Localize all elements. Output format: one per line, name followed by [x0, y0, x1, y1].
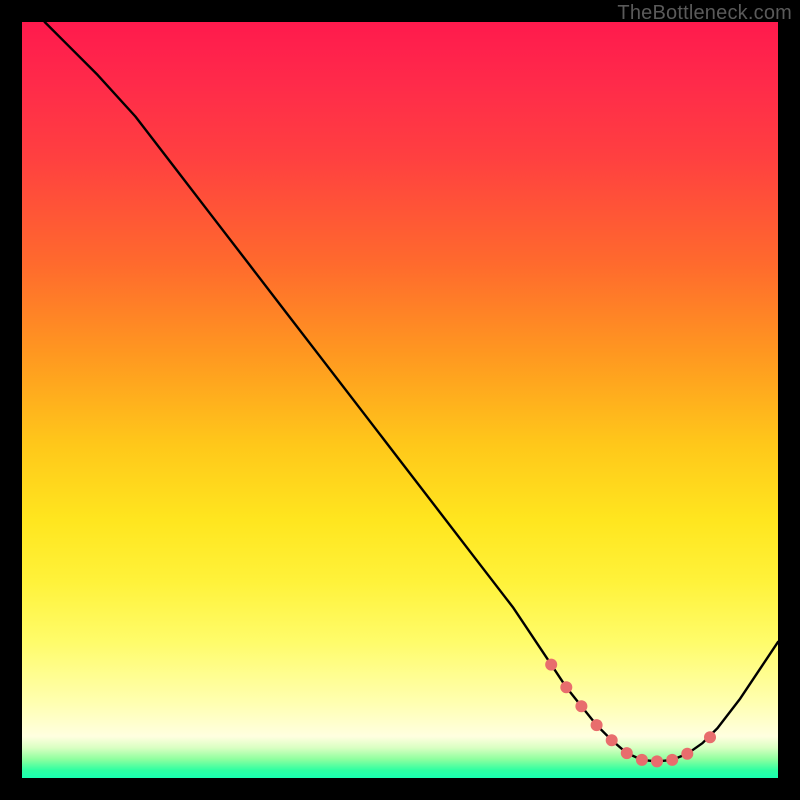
bottleneck-curve-path	[45, 22, 778, 761]
optimal-point	[651, 755, 663, 767]
bottleneck-curve	[45, 22, 778, 761]
optimal-point	[545, 659, 557, 671]
optimal-point	[621, 747, 633, 759]
optimal-point	[681, 748, 693, 760]
optimal-point	[606, 734, 618, 746]
chart-frame: TheBottleneck.com	[0, 0, 800, 800]
optimal-point	[636, 754, 648, 766]
optimal-point	[560, 681, 572, 693]
optimal-point	[666, 754, 678, 766]
optimal-point	[575, 700, 587, 712]
attribution-text: TheBottleneck.com	[617, 2, 792, 25]
optimal-point	[704, 731, 716, 743]
chart-overlay	[22, 22, 778, 778]
optimal-region-points	[545, 659, 716, 768]
optimal-point	[591, 719, 603, 731]
